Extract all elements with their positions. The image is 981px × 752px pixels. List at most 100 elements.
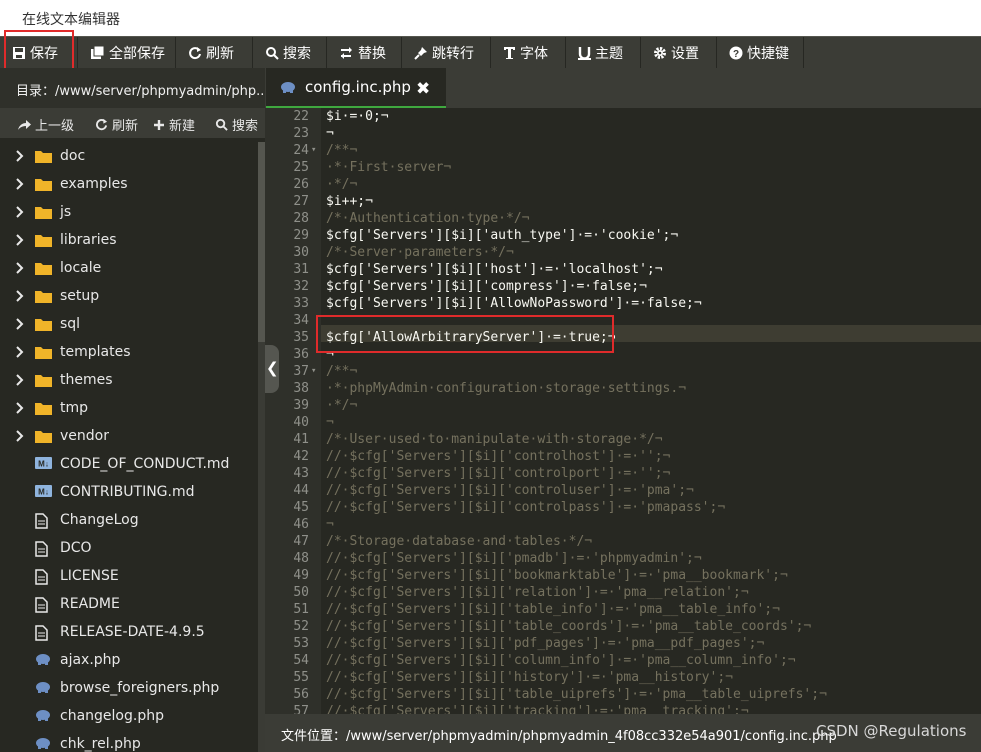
file-item[interactable]: ChangeLog (0, 506, 258, 534)
line-number: 42 (293, 449, 309, 464)
code-line[interactable]: 50 //·$cfg['Servers'][$i]['relation']·=·'… (265, 584, 981, 601)
folder-item[interactable]: themes (0, 366, 258, 394)
folder-item[interactable]: examples (0, 170, 258, 198)
fold-toggle-icon[interactable]: ▾ (311, 363, 316, 380)
code-line[interactable]: 57 //·$cfg['Servers'][$i]['tracking']·=·'… (265, 703, 981, 714)
file-item[interactable]: README (0, 590, 258, 618)
sidebar-refresh-button[interactable]: 刷新 (95, 115, 138, 134)
folder-item[interactable]: js (0, 198, 258, 226)
folder-item[interactable]: setup (0, 282, 258, 310)
file-name: ajax.php (60, 652, 121, 668)
php-file-icon (35, 681, 51, 697)
code-line[interactable]: 26 ·*/¬ (265, 176, 981, 193)
code-line[interactable]: 53 //·$cfg['Servers'][$i]['pdf_pages']·=·… (265, 635, 981, 652)
code-line[interactable]: 49 //·$cfg['Servers'][$i]['bookmarktable'… (265, 567, 981, 584)
code-line[interactable]: 25 ·*·First·server¬ (265, 159, 981, 176)
code-line[interactable]: 51 //·$cfg['Servers'][$i]['table_info']·=… (265, 601, 981, 618)
folder-icon (35, 345, 52, 363)
file-item[interactable]: M↓ CODE_OF_CONDUCT.md (0, 450, 258, 478)
file-location: 文件位置：/www/server/phpmyadmin/phpmyadmin_4… (281, 729, 837, 744)
chevron-right-icon[interactable] (16, 178, 24, 194)
code-line[interactable]: 27 $i++;¬ (265, 193, 981, 210)
sidebar-scrollbar-thumb[interactable] (258, 142, 265, 342)
sidebar-toolbar: 上一级 刷新 新建 搜索 (0, 108, 265, 138)
folder-item[interactable]: sql (0, 310, 258, 338)
code-line[interactable]: 56 //·$cfg['Servers'][$i]['table_uiprefs'… (265, 686, 981, 703)
chevron-right-icon[interactable] (16, 318, 24, 334)
new-file-button[interactable]: 新建 (153, 115, 195, 134)
save-all-button[interactable]: 全部保存 (78, 37, 176, 69)
chevron-right-icon[interactable] (16, 234, 24, 250)
code-line[interactable]: 54 //·$cfg['Servers'][$i]['column_info']·… (265, 652, 981, 669)
text-file-icon (35, 597, 48, 617)
file-item[interactable]: ajax.php (0, 646, 258, 674)
replace-button[interactable]: 替换 (327, 37, 402, 69)
file-name: locale (60, 260, 102, 276)
code-line[interactable]: 55 //·$cfg['Servers'][$i]['history']·=·'p… (265, 669, 981, 686)
font-button[interactable]: 字体 (491, 37, 566, 69)
folder-item[interactable]: libraries (0, 226, 258, 254)
code-line[interactable]: 48 //·$cfg['Servers'][$i]['pmadb']·=·'php… (265, 550, 981, 567)
chevron-right-icon[interactable] (16, 150, 24, 166)
file-item[interactable]: chk_rel.php (0, 730, 258, 752)
code-line[interactable]: 37 ▾ /**¬ (265, 363, 981, 380)
chevron-right-icon[interactable] (16, 402, 24, 418)
code-line[interactable]: 39 ·*/¬ (265, 397, 981, 414)
code-line[interactable]: 29 $cfg['Servers'][$i]['auth_type']·=·'co… (265, 227, 981, 244)
up-level-button[interactable]: 上一级 (17, 115, 74, 134)
chevron-right-icon[interactable] (16, 346, 24, 362)
file-item[interactable]: changelog.php (0, 702, 258, 730)
tab-config-inc-php[interactable]: config.inc.php ✖ (266, 68, 446, 108)
folder-item[interactable]: doc (0, 142, 258, 170)
code-line[interactable]: 38 ·*·phpMyAdmin·configuration·storage·se… (265, 380, 981, 397)
folder-item[interactable]: vendor (0, 422, 258, 450)
code-line[interactable]: 32 $cfg['Servers'][$i]['compress']·=·fals… (265, 278, 981, 295)
code-line[interactable]: 40 ¬ (265, 414, 981, 431)
settings-button[interactable]: 设置 (641, 37, 717, 69)
folder-item[interactable]: templates (0, 338, 258, 366)
code-line[interactable]: 46 ¬ (265, 516, 981, 533)
code-line[interactable]: 24 ▾ /**¬ (265, 142, 981, 159)
code-line[interactable]: 30 /*·Server·parameters·*/¬ (265, 244, 981, 261)
chevron-right-icon[interactable] (16, 430, 24, 446)
code-text: ·*·phpMyAdmin·configuration·storage·sett… (326, 381, 687, 396)
sidebar-search-button[interactable]: 搜索 (215, 115, 258, 134)
collapse-sidebar-button[interactable]: ❮ (265, 345, 279, 393)
code-line[interactable]: 45 //·$cfg['Servers'][$i]['controlpass']·… (265, 499, 981, 516)
shortcuts-button[interactable]: ? 快捷键 (717, 37, 804, 69)
directory-path: 目录：/www/server/phpmyadmin/php... (16, 84, 269, 99)
close-tab-icon[interactable]: ✖ (416, 79, 430, 99)
refresh-button[interactable]: 刷新 (176, 37, 253, 69)
file-list: doc examples js libraries locale setup sql temp… (0, 142, 258, 752)
file-item[interactable]: RELEASE-DATE-4.9.5 (0, 618, 258, 646)
file-item[interactable]: DCO (0, 534, 258, 562)
code-line[interactable]: 23 ¬ (265, 125, 981, 142)
file-item[interactable]: M↓ CONTRIBUTING.md (0, 478, 258, 506)
theme-button[interactable]: 主题 (566, 37, 641, 69)
file-item[interactable]: browse_foreigners.php (0, 674, 258, 702)
folder-item[interactable]: locale (0, 254, 258, 282)
goto-line-button[interactable]: 跳转行 (402, 37, 491, 69)
fold-toggle-icon[interactable]: ▾ (311, 142, 316, 159)
code-line[interactable]: 28 /*·Authentication·type·*/¬ (265, 210, 981, 227)
line-number: 38 (293, 381, 309, 396)
code-line[interactable]: 42 //·$cfg['Servers'][$i]['controlhost']·… (265, 448, 981, 465)
folder-item[interactable]: tmp (0, 394, 258, 422)
chevron-right-icon[interactable] (16, 206, 24, 222)
chevron-right-icon[interactable] (16, 374, 24, 390)
code-editor[interactable]: 22 $i·=·0;¬ 23 ¬ 24 ▾/**¬ 25 ·*·First·server¬ 26… (265, 108, 981, 714)
chevron-right-icon[interactable] (16, 290, 24, 306)
code-line[interactable]: 52 //·$cfg['Servers'][$i]['table_coords']… (265, 618, 981, 635)
code-line[interactable]: 44 //·$cfg['Servers'][$i]['controluser']·… (265, 482, 981, 499)
code-line[interactable]: 22 $i·=·0;¬ (265, 108, 981, 125)
code-line[interactable]: 31 $cfg['Servers'][$i]['host']·=·'localho… (265, 261, 981, 278)
code-line[interactable]: 47 /*·Storage·database·and·tables·*/¬ (265, 533, 981, 550)
file-item[interactable]: LICENSE (0, 562, 258, 590)
search-button[interactable]: 搜索 (253, 37, 327, 69)
code-line[interactable]: 43 //·$cfg['Servers'][$i]['controlport']·… (265, 465, 981, 482)
code-line[interactable]: 33 $cfg['Servers'][$i]['AllowNoPassword']… (265, 295, 981, 312)
code-line[interactable]: 41 /*·User·used·to·manipulate·with·storag… (265, 431, 981, 448)
line-number: 48 (293, 551, 309, 566)
file-sidebar: 目录：/www/server/phpmyadmin/php... 上一级 刷新 … (0, 68, 269, 752)
chevron-right-icon[interactable] (16, 262, 24, 278)
